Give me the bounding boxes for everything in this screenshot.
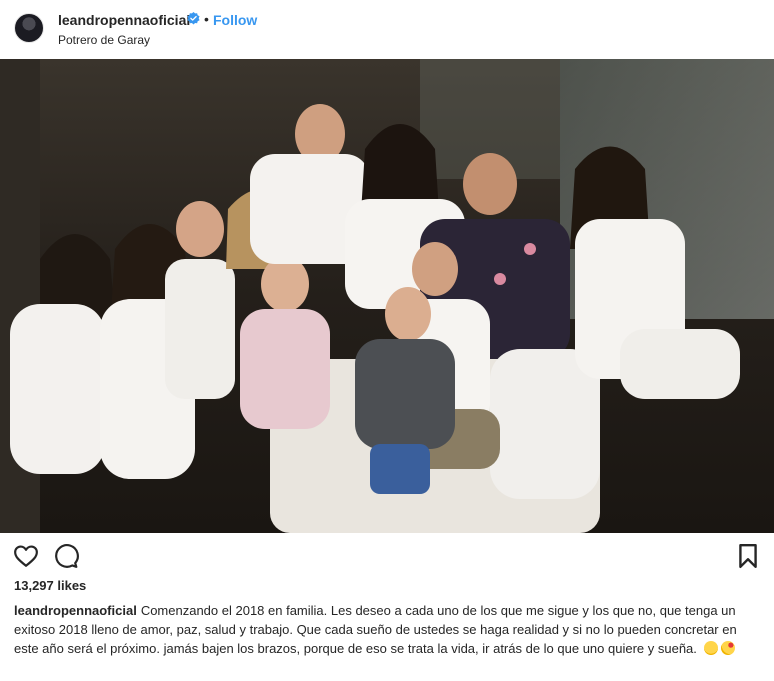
kissing-face-emoji bbox=[720, 641, 735, 655]
follow-button[interactable]: Follow bbox=[213, 12, 257, 28]
avatar[interactable] bbox=[14, 13, 44, 43]
verified-badge-icon bbox=[187, 12, 200, 25]
smiling-face-emoji bbox=[703, 641, 718, 655]
heart-icon[interactable] bbox=[13, 543, 39, 569]
separator-dot: • bbox=[204, 11, 209, 27]
post-header: leandropennaoficial • Follow Potrero de … bbox=[0, 0, 774, 59]
likes-count[interactable]: 13,297 likes bbox=[14, 578, 86, 593]
post-photo[interactable] bbox=[0, 59, 774, 533]
post-location[interactable]: Potrero de Garay bbox=[58, 33, 150, 47]
post-caption: leandropennaoficial Comenzando el 2018 en… bbox=[14, 601, 759, 658]
caption-username[interactable]: leandropennaoficial bbox=[14, 603, 137, 618]
bookmark-icon[interactable] bbox=[735, 543, 761, 569]
action-bar bbox=[0, 533, 774, 577]
comment-icon[interactable] bbox=[53, 543, 79, 569]
group-photo bbox=[0, 59, 774, 533]
post-username[interactable]: leandropennaoficial bbox=[58, 12, 190, 28]
